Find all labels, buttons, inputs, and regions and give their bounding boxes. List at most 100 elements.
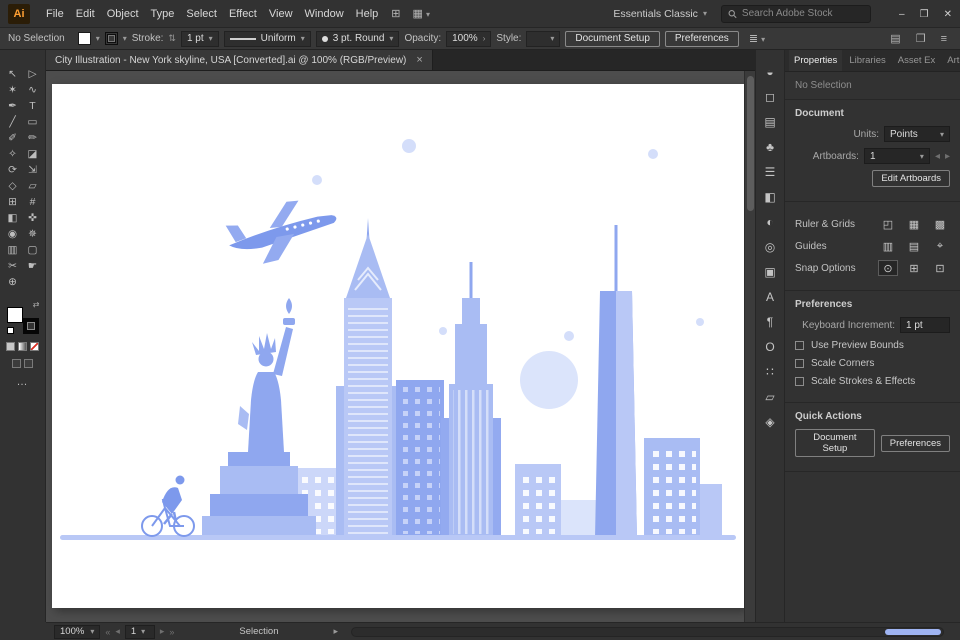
- one-world-trade-center[interactable]: [595, 225, 637, 538]
- airplane[interactable]: [223, 194, 341, 269]
- lock-guides-icon[interactable]: ▤: [904, 238, 924, 254]
- horizontal-scrollbar[interactable]: [351, 627, 944, 637]
- gradient-mode-button[interactable]: [18, 342, 27, 351]
- artboard-tool-icon[interactable]: ▢: [23, 242, 43, 258]
- menu-edit[interactable]: Edit: [70, 8, 101, 20]
- status-prev-artboard-icon[interactable]: ◂: [115, 626, 120, 637]
- scale-tool-icon[interactable]: ⇲: [23, 162, 43, 178]
- units-select[interactable]: Points▾: [884, 126, 950, 142]
- quick-preferences-button[interactable]: Preferences: [881, 435, 950, 452]
- menu-select[interactable]: Select: [180, 8, 223, 20]
- snap-to-grid-icon[interactable]: ⊞: [904, 260, 924, 276]
- swatches-panel-icon[interactable]: ▤: [764, 114, 775, 129]
- fill-color-swatch[interactable]: [78, 32, 91, 45]
- align-panel-icon[interactable]: ∷: [766, 364, 774, 379]
- tab-libraries[interactable]: Libraries: [844, 50, 890, 71]
- empire-state-building[interactable]: [441, 262, 501, 538]
- type-tool-icon[interactable]: T: [23, 98, 43, 114]
- transparency-grid-icon[interactable]: ▩: [930, 216, 950, 232]
- pen-tool-icon[interactable]: ✒: [3, 98, 23, 114]
- use-preview-bounds-checkbox[interactable]: Use Preview Bounds: [795, 340, 950, 351]
- right-grid-building[interactable]: [644, 438, 700, 538]
- status-next-artboard-icon[interactable]: ▸: [160, 626, 165, 637]
- selection-tool-icon[interactable]: ↖: [3, 66, 23, 82]
- align-options-icon[interactable]: ≣ ▾: [749, 32, 765, 45]
- residential-building[interactable]: [515, 464, 561, 538]
- show-guides-icon[interactable]: ▥: [878, 238, 898, 254]
- direct-selection-tool-icon[interactable]: ▷: [23, 66, 43, 82]
- character-panel-icon[interactable]: A: [766, 289, 774, 304]
- none-mode-button[interactable]: [30, 342, 39, 351]
- blend-tool-icon[interactable]: ◉: [3, 226, 23, 242]
- menu-help[interactable]: Help: [350, 8, 385, 20]
- show-rulers-icon[interactable]: ◰: [878, 216, 898, 232]
- moon[interactable]: [520, 351, 578, 409]
- stroke-weight-stepper-icon[interactable]: ⇅: [168, 33, 176, 44]
- eraser-tool-icon[interactable]: ◪: [23, 146, 43, 162]
- menu-window[interactable]: Window: [299, 8, 350, 20]
- slice-tool-icon[interactable]: ✂: [3, 258, 23, 274]
- menu-file[interactable]: File: [40, 8, 70, 20]
- width-tool-icon[interactable]: ◇: [3, 178, 23, 194]
- draw-mode-button[interactable]: [12, 359, 21, 368]
- rotate-tool-icon[interactable]: ⟳: [3, 162, 23, 178]
- vertical-scrollbar[interactable]: [744, 71, 755, 622]
- preferences-button[interactable]: Preferences: [665, 31, 739, 47]
- canvas-area[interactable]: [46, 71, 755, 622]
- style-select[interactable]: ▾: [526, 31, 560, 47]
- zoom-level-select[interactable]: 100%▾: [54, 625, 100, 639]
- document-tab[interactable]: City Illustration - New York skyline, US…: [46, 50, 433, 70]
- next-artboard-icon[interactable]: ▸: [945, 151, 950, 162]
- brush-select[interactable]: 3 pt. Round▾: [316, 31, 400, 47]
- scale-strokes-effects-checkbox[interactable]: Scale Strokes & Effects: [795, 376, 950, 387]
- menu-object[interactable]: Object: [101, 8, 145, 20]
- rectangle-tool-icon[interactable]: ▭: [23, 114, 43, 130]
- stroke-dropdown-icon[interactable]: ▾: [123, 34, 127, 43]
- fill-dropdown-icon[interactable]: ▾: [96, 34, 100, 43]
- zoom-tool-icon[interactable]: ⊕: [3, 274, 23, 290]
- close-tab-icon[interactable]: ×: [416, 54, 422, 66]
- menu-effect[interactable]: Effect: [223, 8, 263, 20]
- menu-view[interactable]: View: [263, 8, 299, 20]
- stroke-swatch[interactable]: [23, 318, 39, 334]
- pencil-tool-icon[interactable]: ✏: [23, 130, 43, 146]
- eyedropper-tool-icon[interactable]: ✜: [23, 210, 43, 226]
- artboard-number-field[interactable]: 1▾: [125, 625, 155, 639]
- paragraph-panel-icon[interactable]: ¶: [767, 314, 773, 329]
- midtown-building[interactable]: [396, 380, 444, 538]
- perspective-grid-tool-icon[interactable]: ⊞: [3, 194, 23, 210]
- document-grid-icon[interactable]: ⊞: [391, 7, 400, 20]
- hand-tool-icon[interactable]: ☛: [23, 258, 43, 274]
- opentype-panel-icon[interactable]: O: [765, 339, 774, 354]
- symbols-panel-icon[interactable]: ♣: [766, 139, 774, 154]
- layers-panel-icon[interactable]: ◈: [765, 414, 774, 429]
- opacity-select[interactable]: 100%›: [446, 31, 491, 47]
- artboard[interactable]: [52, 84, 744, 608]
- chrysler-building[interactable]: [336, 218, 400, 538]
- horizontal-scrollbar-thumb[interactable]: [885, 629, 941, 635]
- cyclist[interactable]: [142, 476, 194, 537]
- arrange-documents-icon[interactable]: ▦ ▾: [413, 7, 430, 20]
- show-grid-icon[interactable]: ▦: [904, 216, 924, 232]
- column-graph-tool-icon[interactable]: ▥: [3, 242, 23, 258]
- gradient-panel-icon[interactable]: ◧: [764, 189, 775, 204]
- scale-corners-checkbox[interactable]: Scale Corners: [795, 358, 950, 369]
- artboards-select[interactable]: 1▾: [864, 148, 930, 164]
- vertical-scrollbar-thumb[interactable]: [747, 76, 754, 211]
- right-low-building[interactable]: [700, 484, 722, 538]
- smart-guides-icon[interactable]: ⌖: [930, 238, 950, 254]
- panel-dock-icon[interactable]: ▤: [890, 32, 900, 45]
- workspace-layout-icon[interactable]: ❒: [916, 32, 926, 45]
- transform-panel-icon[interactable]: ▱: [765, 389, 774, 404]
- low-rise-building[interactable]: [561, 500, 601, 538]
- color-guide-panel-icon[interactable]: ◻: [765, 89, 775, 104]
- magic-wand-tool-icon[interactable]: ✶: [3, 82, 23, 98]
- ground-line[interactable]: [60, 535, 736, 540]
- shaper-tool-icon[interactable]: ✧: [3, 146, 23, 162]
- tab-artboards[interactable]: Artboard: [942, 50, 960, 71]
- keyboard-increment-input[interactable]: 1 pt: [900, 317, 950, 333]
- edit-toolbar-icon[interactable]: …: [17, 376, 29, 388]
- first-artboard-icon[interactable]: «: [105, 627, 110, 637]
- free-transform-tool-icon[interactable]: ▱: [23, 178, 43, 194]
- gradient-tool-icon[interactable]: ◧: [3, 210, 23, 226]
